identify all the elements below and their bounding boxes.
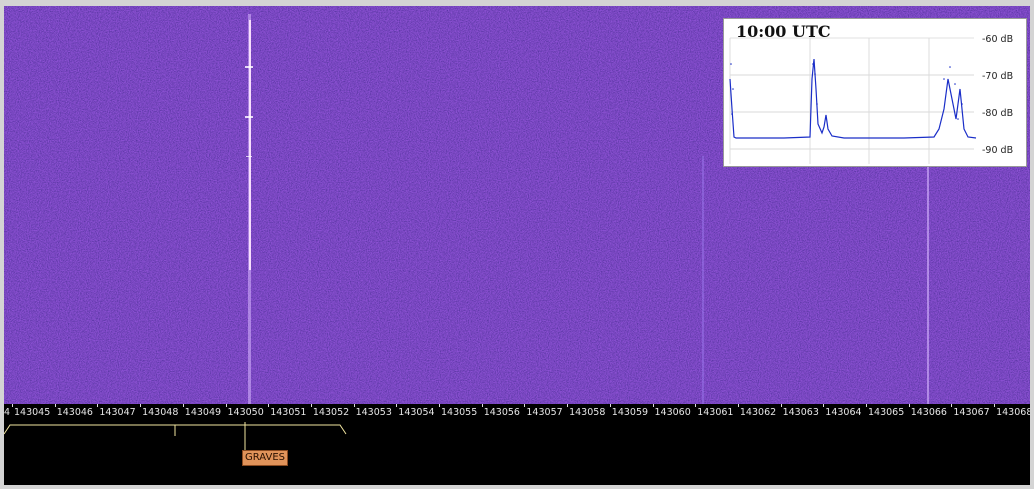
spectrum-plot: -60 dB -70 dB -80 dB -90 dB xyxy=(729,34,1013,164)
scale-tick xyxy=(994,404,996,407)
scale-tick-label: 143059 xyxy=(611,407,649,418)
scale-tick xyxy=(353,404,355,407)
scale-tick xyxy=(908,404,910,407)
scale-tick xyxy=(439,404,440,407)
db-label: -80 dB xyxy=(982,108,1013,119)
spectrum-inset: 10:00 UTC -60 dB -70 dB -80 dB -90 dB xyxy=(723,18,1027,167)
faint-signal-trace xyxy=(702,156,704,404)
scale-tick xyxy=(823,404,825,407)
scale-tick-label: 143056 xyxy=(483,407,520,418)
scale-tick-label: 143058 xyxy=(569,407,606,418)
scale-tick xyxy=(481,404,483,407)
scale-tick-label: 143054 xyxy=(398,407,435,418)
scale-tick-label: 143045 xyxy=(14,407,51,418)
scale-tick-label: 143062 xyxy=(739,407,777,418)
scale-tick-label: 143066 xyxy=(910,407,947,418)
scale-tick xyxy=(567,404,569,407)
faint-signal-trace xyxy=(927,156,929,404)
scale-tick xyxy=(182,404,184,407)
band-marker xyxy=(4,422,347,450)
scale-tick xyxy=(268,404,270,407)
scale-tick xyxy=(609,404,611,407)
scale-tick-label: 143046 xyxy=(56,407,93,418)
scale-tick-label: 143060 xyxy=(654,407,691,418)
scale-tick xyxy=(140,404,142,407)
graves-marker-label[interactable]: GRAVES xyxy=(242,450,288,466)
frequency-scale: 4 143045 143046 143047 143048 143049 143050 14… xyxy=(4,404,1030,422)
scale-tick-label: 143048 xyxy=(142,407,179,418)
scale-tick xyxy=(780,404,782,407)
scale-tick-label: 143047 xyxy=(99,407,136,418)
scale-tick-label: 143067 xyxy=(953,407,990,418)
scale-tick xyxy=(54,404,56,407)
scale-tick-label: 143051 xyxy=(270,407,307,418)
scale-tick xyxy=(12,404,13,407)
waterfall-display[interactable]: 10:00 UTC -60 dB -70 dB -80 dB -90 dB xyxy=(4,6,1030,404)
scale-tick-label: 143050 xyxy=(227,407,264,418)
spectrum-trace xyxy=(729,58,977,139)
band-annotation-area: GRAVES xyxy=(4,422,1030,485)
scale-tick-label: 143057 xyxy=(526,407,563,418)
scale-tick-label: 143065 xyxy=(868,407,905,418)
db-label: -90 dB xyxy=(982,145,1013,156)
scale-tick xyxy=(310,404,312,407)
scale-tick-label: 143055 xyxy=(441,407,478,418)
scale-tick-label: 143061 xyxy=(697,407,734,418)
scale-tick xyxy=(97,404,99,407)
scale-tick xyxy=(652,404,654,407)
scale-tick xyxy=(951,404,953,407)
scale-tick xyxy=(737,404,739,407)
scale-leading-fragment: 4 xyxy=(4,407,11,418)
scale-tick-label: 143068 xyxy=(996,407,1030,418)
db-label: -60 dB xyxy=(982,34,1013,45)
spectrum-monitor-window: 10:00 UTC -60 dB -70 dB -80 dB -90 dB 4 … xyxy=(0,0,1034,489)
scale-tick xyxy=(396,404,398,407)
scale-tick-label: 143049 xyxy=(184,407,222,418)
scale-tick xyxy=(524,404,526,407)
scale-tick xyxy=(695,404,697,407)
scale-tick xyxy=(225,404,227,407)
scale-tick-label: 143053 xyxy=(355,407,392,418)
scale-tick-label: 143063 xyxy=(782,407,819,418)
db-label: -70 dB xyxy=(982,71,1013,82)
scale-tick-label: 143052 xyxy=(312,407,350,418)
scale-tick xyxy=(866,404,867,407)
scale-tick-label: 143064 xyxy=(825,407,862,418)
